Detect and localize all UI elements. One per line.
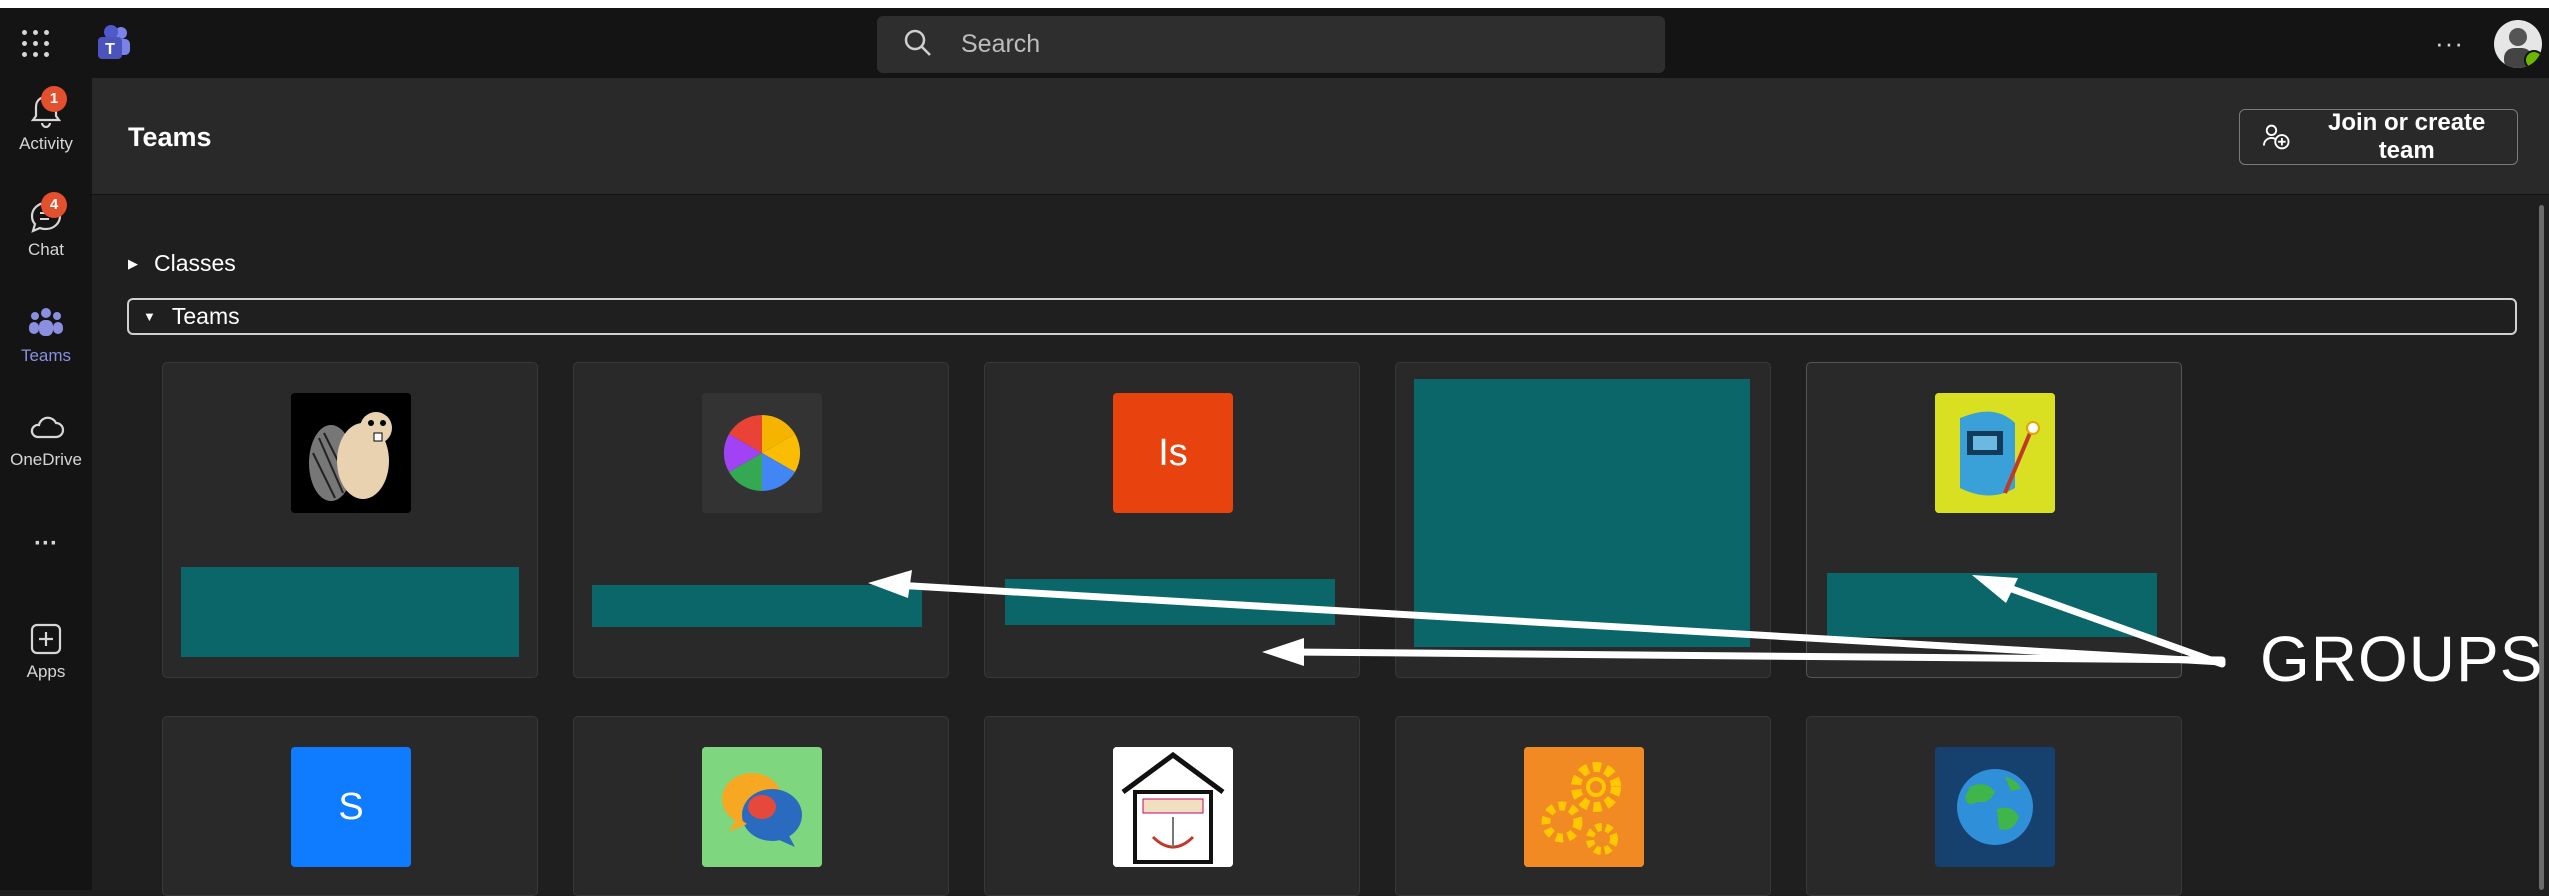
section-teams[interactable]: ▼ Teams	[127, 298, 2517, 335]
team-card[interactable]	[573, 716, 949, 896]
cloud-icon	[30, 416, 65, 439]
team-card[interactable]: S	[162, 716, 538, 896]
team-name-placeholder	[592, 585, 922, 627]
globe-icon	[1935, 747, 2055, 867]
section-classes-label: Classes	[154, 250, 236, 276]
beaver-icon	[291, 393, 411, 513]
section-classes[interactable]: ▶ Classes	[128, 250, 236, 277]
color-wheel-icon	[702, 393, 822, 513]
team-card[interactable]	[1395, 362, 1771, 678]
rail-label-onedrive: OneDrive	[10, 450, 82, 469]
team-card[interactable]	[162, 362, 538, 678]
teams-logo-icon: T	[94, 24, 132, 67]
chat-badge: 4	[41, 192, 67, 218]
join-button-label: Join or create team	[2328, 109, 2486, 164]
app-rail: Activity 1 Chat 4 Teams OneDrive ··· App…	[0, 78, 92, 890]
teams-header: Teams ··· Join or create team	[92, 78, 2549, 195]
caret-down-icon: ▼	[143, 309, 156, 324]
rail-item-onedrive[interactable]: OneDrive	[0, 408, 92, 470]
join-or-create-team-button[interactable]: Join or create team	[2239, 109, 2518, 165]
annotation-label: GROUPS	[2260, 623, 2544, 695]
scrollbar[interactable]	[2539, 205, 2544, 890]
team-card[interactable]	[573, 362, 949, 678]
apps-plus-icon	[30, 623, 62, 655]
top-strip	[0, 0, 2549, 8]
team-initials-avatar: S	[291, 747, 411, 867]
rail-label-chat: Chat	[28, 240, 64, 259]
rail-label-activity: Activity	[19, 134, 73, 153]
caret-right-icon: ▶	[128, 255, 138, 271]
teams-icon	[29, 308, 63, 336]
page-title: Teams	[128, 122, 212, 152]
rail-item-activity[interactable]: Activity 1	[0, 86, 92, 154]
teams-content: ▶ Classes ▼ Teams Is S	[92, 195, 2549, 896]
team-card[interactable]: Is	[984, 362, 1360, 678]
rail-item-teams[interactable]: Teams	[0, 304, 92, 366]
welder-icon	[1935, 393, 2055, 513]
activity-badge: 1	[41, 86, 67, 112]
rail-label-teams: Teams	[20, 346, 72, 365]
top-bar: T Search ···	[0, 8, 2549, 78]
avatar[interactable]	[2494, 20, 2542, 68]
gears-icon	[1524, 747, 1644, 867]
team-card[interactable]	[1395, 716, 1771, 896]
presence-available-icon	[2524, 50, 2542, 68]
team-cover-placeholder	[1414, 379, 1750, 647]
chat-bubbles-icon	[702, 747, 822, 867]
team-name-placeholder	[181, 567, 519, 657]
team-card[interactable]	[1806, 362, 2182, 678]
team-name-placeholder	[1827, 573, 2157, 637]
steam-house-icon	[1113, 747, 1233, 867]
team-initials: S	[338, 785, 364, 828]
rail-item-apps[interactable]: Apps	[0, 620, 92, 682]
app-launcher-icon[interactable]	[22, 30, 50, 58]
search-icon	[904, 29, 931, 56]
team-initials-avatar: Is	[1113, 393, 1233, 513]
settings-more-button[interactable]: ···	[2435, 28, 2464, 59]
section-teams-label: Teams	[171, 303, 240, 329]
team-name-placeholder	[1005, 579, 1335, 625]
rail-more-button[interactable]: ···	[0, 530, 92, 558]
people-add-icon	[2262, 124, 2290, 150]
team-card[interactable]	[1806, 716, 2182, 896]
search-box[interactable]: Search	[877, 16, 1665, 73]
team-card[interactable]	[984, 716, 1360, 896]
rail-label-apps: Apps	[26, 662, 66, 681]
team-initials: Is	[1158, 431, 1188, 474]
search-input[interactable]: Search	[961, 30, 1040, 59]
rail-item-chat[interactable]: Chat 4	[0, 192, 92, 260]
svg-text:T: T	[105, 41, 115, 58]
